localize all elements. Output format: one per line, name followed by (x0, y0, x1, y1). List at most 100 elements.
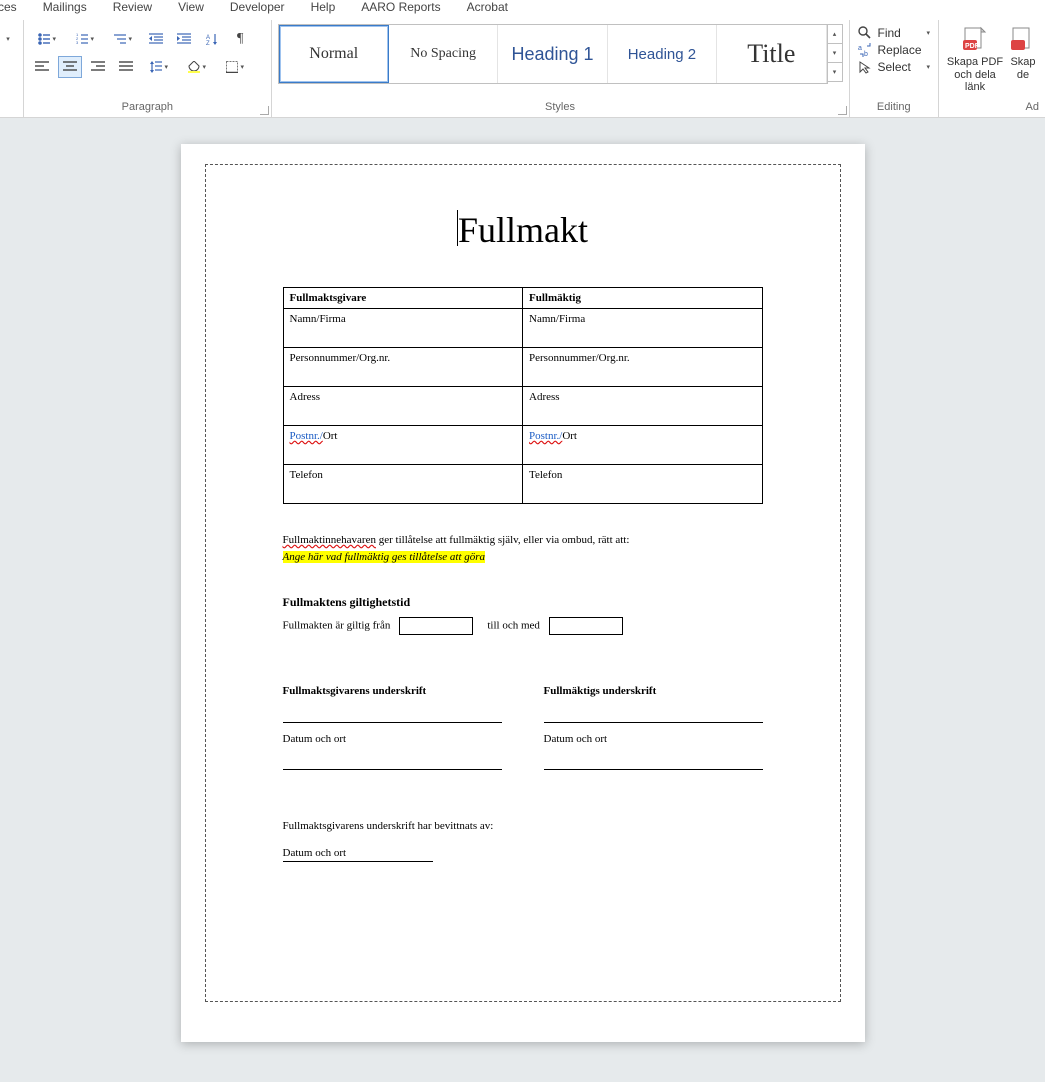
create-pdf-button[interactable]: PDF Skapa PDF och dela länk (945, 26, 1005, 94)
group-label: Paragraph (30, 101, 264, 117)
dialog-launcher-icon[interactable] (838, 106, 847, 115)
search-icon (858, 26, 872, 40)
create-pdf-2-label: Skap de (1010, 56, 1035, 81)
replace-button[interactable]: ab Replace (856, 43, 933, 57)
create-pdf-2-button[interactable]: Skap de (1007, 26, 1039, 94)
date-from-field[interactable] (399, 617, 473, 635)
menu-item[interactable]: Review (111, 0, 154, 14)
ribbon-group-adobe: PDF Skapa PDF och dela länk Skap de Ad (938, 20, 1045, 117)
style-no-spacing[interactable]: No Spacing (389, 25, 498, 83)
menu-item[interactable]: Developer (228, 0, 287, 14)
document-title[interactable]: Fullmakt (228, 209, 818, 251)
table-head-right[interactable]: Fullmäktig (523, 288, 763, 309)
signature-line (544, 702, 763, 723)
witness-section[interactable]: Fullmaktsgivarens underskrift har bevitt… (283, 818, 763, 862)
table-cell[interactable]: Personnummer/Org.nr. (283, 348, 523, 387)
table-cell[interactable]: Adress (523, 387, 763, 426)
align-left-button[interactable] (30, 56, 54, 78)
style-normal[interactable]: Normal (279, 25, 389, 83)
table-cell[interactable]: Telefon (523, 465, 763, 504)
styles-scroll[interactable]: ▴ ▾ ▾ (828, 24, 843, 82)
table-cell[interactable]: Postnr./Ort (523, 426, 763, 465)
styles-gallery[interactable]: Normal No Spacing Heading 1 Heading 2 Ti… (278, 24, 828, 84)
svg-text:PDF: PDF (965, 43, 980, 50)
menu-item[interactable]: Help (309, 0, 338, 14)
table-cell[interactable]: Adress (283, 387, 523, 426)
increase-indent-button[interactable] (172, 28, 196, 50)
ribbon-group-paragraph: ▾ 123▾ ▾ AZ ¶ (23, 20, 270, 117)
find-button[interactable]: Find ▾ (856, 26, 933, 40)
menu-item[interactable]: Acrobat (465, 0, 510, 14)
signature-line (283, 702, 502, 723)
signature-label: Fullmäktigs underskrift (544, 683, 763, 700)
sort-button[interactable]: AZ (200, 28, 224, 50)
clipboard-button[interactable]: ▾ (0, 28, 14, 50)
expand-gallery-icon[interactable]: ▾ (828, 63, 842, 81)
style-heading2[interactable]: Heading 2 (608, 25, 717, 83)
find-label: Find (878, 26, 901, 40)
multilevel-list-button[interactable]: ▾ (106, 28, 140, 50)
validity-section[interactable]: Fullmaktens giltighetstid Fullmakten är … (283, 593, 763, 635)
align-right-button[interactable] (86, 56, 110, 78)
style-title[interactable]: Title (717, 25, 826, 83)
spellcheck-word[interactable]: Fullmaktinnehavaren (283, 534, 376, 546)
date-place-label: Datum och ort (544, 731, 763, 748)
document-canvas[interactable]: Fullmakt Fullmaktsgivare Fullmäktig Namn… (0, 118, 1045, 1082)
create-pdf-label: Skapa PDF och dela länk (945, 56, 1005, 94)
signature-line (283, 749, 502, 770)
menu-item[interactable]: Mailings (41, 0, 89, 14)
ribbon-group-styles: Normal No Spacing Heading 1 Heading 2 Ti… (271, 20, 849, 117)
signature-columns: Fullmaktsgivarens underskrift Datum och … (283, 683, 763, 778)
date-place-label: Datum och ort (283, 731, 502, 748)
table-cell[interactable]: Namn/Firma (523, 309, 763, 348)
group-label: Editing (856, 101, 933, 117)
style-heading1[interactable]: Heading 1 (498, 25, 607, 83)
date-to-field[interactable] (549, 617, 623, 635)
align-center-button[interactable] (58, 56, 82, 78)
table-cell[interactable]: Postnr./Ort (283, 426, 523, 465)
justify-button[interactable] (114, 56, 138, 78)
group-label: Styles (278, 101, 843, 117)
paragraph-marks-button[interactable]: ¶ (228, 28, 252, 50)
numbered-list-button[interactable]: 123▾ (68, 28, 102, 50)
menu-bar[interactable]: ces Mailings Review View Developer Help … (0, 0, 1045, 20)
table-cell[interactable]: Personnummer/Org.nr. (523, 348, 763, 387)
menu-item[interactable]: View (176, 0, 206, 14)
table-cell[interactable]: Namn/Firma (283, 309, 523, 348)
scroll-down-icon[interactable]: ▾ (828, 44, 842, 63)
svg-text:3: 3 (76, 40, 79, 45)
ribbon-group-editing: Find ▾ ab Replace Select ▾ Editing (849, 20, 939, 117)
decrease-indent-button[interactable] (144, 28, 168, 50)
table-cell[interactable]: Telefon (283, 465, 523, 504)
cursor-icon (858, 60, 872, 74)
signature-line (544, 749, 763, 770)
borders-button[interactable]: ▾ (218, 56, 252, 78)
witness-label: Fullmaktsgivarens underskrift har bevitt… (283, 818, 763, 835)
signature-right[interactable]: Fullmäktigs underskrift Datum och ort (544, 683, 763, 778)
replace-icon: ab (858, 43, 872, 57)
signature-line (283, 861, 433, 862)
dialog-launcher-icon[interactable] (260, 106, 269, 115)
pdf-icon: PDF (961, 26, 989, 54)
date-place-label: Datum och ort (283, 845, 763, 862)
table-head-left[interactable]: Fullmaktsgivare (283, 288, 523, 309)
menu-item[interactable]: ces (0, 0, 19, 14)
page[interactable]: Fullmakt Fullmaktsgivare Fullmäktig Namn… (181, 144, 865, 1042)
svg-text:Z: Z (206, 41, 210, 45)
ribbon: ▾ ▾ 123▾ ▾ (0, 20, 1045, 118)
party-table[interactable]: Fullmaktsgivare Fullmäktig Namn/FirmaNam… (283, 287, 763, 504)
signature-left[interactable]: Fullmaktsgivarens underskrift Datum och … (283, 683, 502, 778)
ribbon-group-clipboard: ▾ (0, 20, 23, 117)
section-heading: Fullmaktens giltighetstid (283, 593, 763, 611)
select-button[interactable]: Select ▾ (856, 60, 933, 74)
select-label: Select (878, 60, 911, 74)
shading-button[interactable]: ▾ (180, 56, 214, 78)
highlighted-placeholder[interactable]: Ange här vad fullmäktig ges tillåtelse a… (283, 551, 486, 563)
menu-item[interactable]: AARO Reports (359, 0, 442, 14)
group-label: Ad (945, 101, 1039, 117)
bullet-list-button[interactable]: ▾ (30, 28, 64, 50)
body-paragraph[interactable]: Fullmaktinnehavaren ger tillåtelse att f… (283, 532, 763, 565)
scroll-up-icon[interactable]: ▴ (828, 25, 842, 44)
signature-label: Fullmaktsgivarens underskrift (283, 683, 502, 700)
line-spacing-button[interactable]: ▾ (142, 56, 176, 78)
